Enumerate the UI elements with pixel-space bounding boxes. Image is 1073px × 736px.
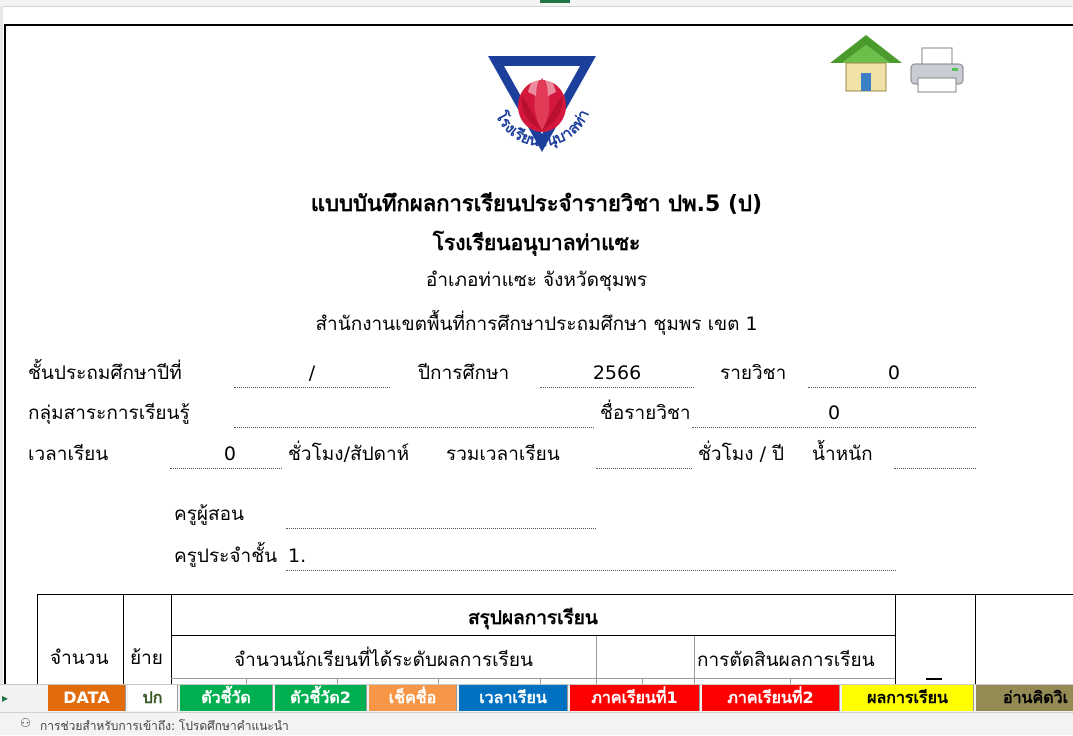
year-hours-unit: ชั่วโมง / ปี — [698, 443, 785, 465]
sheet-left-edge — [0, 6, 3, 684]
homeroom-label: ครูประจำชั้น — [174, 545, 278, 567]
grade-underline — [234, 387, 390, 388]
year-label: ปีการศึกษา — [418, 362, 510, 384]
hours-underline — [170, 468, 282, 469]
sheet-tab[interactable]: ผลการเรียน — [842, 685, 974, 711]
teacher-underline — [286, 528, 596, 529]
hours-value[interactable]: 0 — [170, 442, 236, 466]
sheet-tab[interactable]: ตัวชี้วัด — [180, 685, 273, 711]
hours-unit: ชั่วโมง/สัปดาห์ — [288, 443, 410, 465]
sheet-tab[interactable]: เวลาเรียน — [459, 685, 568, 711]
total-hours-underline — [596, 468, 692, 469]
count-header: จำนวน — [50, 647, 109, 669]
levels-header: จำนวนนักเรียนที่ได้ระดับผลการเรียน — [234, 649, 533, 671]
subject-name-label: ชื่อรายวิชา — [600, 402, 691, 424]
summary-header: สรุปผลการเรียน — [468, 607, 598, 629]
decision-header: การตัดสินผลการเรียน — [697, 649, 875, 671]
homeroom-underline — [286, 570, 896, 571]
sheet-tab[interactable]: ภาคเรียนที่1 — [570, 685, 700, 711]
accessibility-icon[interactable]: ⚇ — [20, 716, 31, 730]
sheet-tab[interactable]: อ่านคิดวิเ — [976, 685, 1073, 711]
year-underline — [540, 387, 694, 388]
office-line: สำนักงานเขตพื้นที่การศึกษาประถมศึกษา ชุม… — [315, 313, 758, 335]
hours-label: เวลาเรียน — [28, 443, 109, 465]
column-header-strip — [0, 0, 1073, 7]
form-title: แบบบันทึกผลการเรียนประจำรายวิชา ปพ.5 (ป) — [310, 192, 763, 217]
subject-name-underline — [692, 427, 976, 428]
year-value[interactable]: 2566 — [540, 361, 694, 385]
scroll-left-icon[interactable]: ▸ — [2, 691, 8, 705]
weight-underline — [894, 468, 976, 469]
home-icon[interactable] — [828, 33, 904, 97]
district-line: อำเภอท่าแซะ จังหวัดชุมพร — [425, 269, 648, 291]
sheet-tab[interactable]: ปก — [128, 685, 178, 711]
sheet-tab[interactable]: DATA — [48, 685, 126, 711]
group-underline — [234, 427, 594, 428]
sheet-tab[interactable]: เช็คชื่อ — [369, 685, 457, 711]
grade-label: ชั้นประถมศึกษาปีที่ — [28, 362, 182, 384]
status-bar: ⚇ การช่วยสำหรับการเข้าถึง: โปรดศึกษาคำแน… — [0, 712, 1073, 735]
school-name: โรงเรียนอนุบาลท่าแซะ — [432, 231, 641, 255]
sheet-tab-bar: ▸ DATA ปก ตัวชี้วัด ตัวชี้วัด2 เช็คชื่อ เวลาเ… — [0, 684, 1073, 713]
subject-code-value[interactable]: 0 — [808, 361, 900, 385]
grade-value[interactable]: / — [234, 361, 390, 385]
subject-code-label: รายวิชา — [720, 362, 787, 384]
moved-header: ย้าย — [130, 647, 163, 669]
sheet-tab[interactable]: ตัวชี้วัด2 — [275, 685, 367, 711]
total-hours-label: รวมเวลาเรียน — [446, 443, 560, 465]
printer-icon[interactable] — [908, 46, 966, 96]
subject-code-underline — [808, 387, 976, 388]
homeroom-value[interactable]: 1. — [288, 544, 306, 568]
status-text: การช่วยสำหรับการเข้าถึง: โปรดศึกษาคำแนะน… — [40, 719, 289, 733]
subject-name-value[interactable]: 0 — [692, 401, 976, 425]
sheet-tab[interactable]: ภาคเรียนที่2 — [702, 685, 840, 711]
group-label: กลุ่มสาระการเรียนรู้ — [28, 402, 190, 424]
weight-label: น้ำหนัก — [812, 443, 873, 465]
school-logo: โรงเรียนอนุบาลท่าแซะ — [479, 38, 600, 170]
active-column-marker — [540, 0, 570, 3]
teacher-label: ครูผู้สอน — [174, 503, 245, 525]
